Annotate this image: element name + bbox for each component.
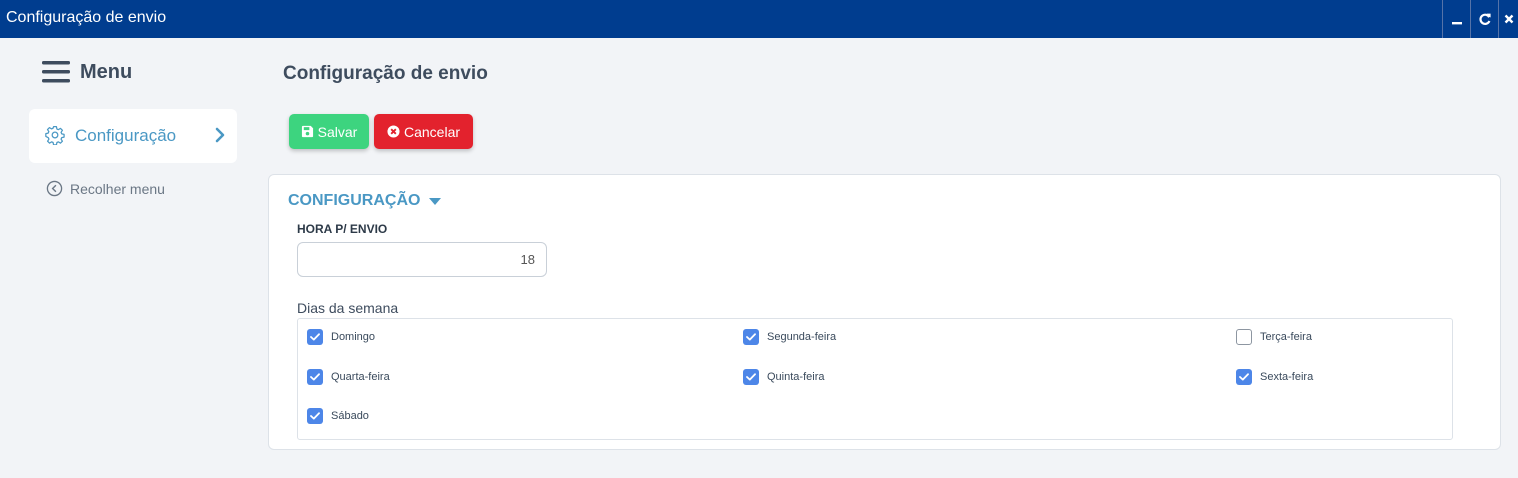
cancel-label: Cancelar [403, 123, 461, 140]
floppy-disk-icon [301, 125, 313, 138]
save-label: Salvar [317, 123, 358, 140]
gear-icon [45, 126, 65, 145]
days-label: Dias da semana [297, 300, 399, 316]
day-option-segunda-feira[interactable]: Segunda-feira [743, 329, 836, 345]
day-option-quinta-feira[interactable]: Quinta-feira [743, 369, 824, 385]
close-button[interactable] [1498, 0, 1518, 38]
page-title: Configuração de envio [283, 63, 488, 84]
check-icon [746, 373, 756, 381]
checkbox[interactable] [307, 329, 323, 345]
hour-input[interactable]: 18 [297, 242, 547, 277]
hour-label: HORA P/ ENVIO [297, 222, 388, 236]
day-option-sabado[interactable]: Sábado [307, 408, 369, 424]
hamburger-icon [42, 61, 70, 83]
collapse-menu-label: Recolher menu [70, 180, 165, 197]
menu-label: Menu [80, 60, 133, 83]
title-bar: Configuração de envio [0, 0, 1518, 38]
minimize-icon [1451, 22, 1462, 25]
checkbox[interactable] [1236, 329, 1252, 345]
menu-header[interactable]: Menu [42, 60, 132, 84]
collapse-menu-link[interactable]: Recolher menu [46, 180, 165, 197]
refresh-icon [1478, 13, 1491, 26]
close-icon [1504, 14, 1513, 24]
days-group: Domingo Segunda-feira Terça-feira Quarta… [297, 318, 1453, 440]
checkbox[interactable] [743, 369, 759, 385]
day-option-domingo[interactable]: Domingo [307, 329, 375, 345]
cancel-button[interactable]: Cancelar [374, 114, 473, 149]
refresh-button[interactable] [1470, 0, 1498, 38]
day-option-sexta-feira[interactable]: Sexta-feira [1236, 369, 1313, 385]
circle-chevron-left-icon [46, 180, 63, 197]
window-title: Configuração de envio [6, 9, 167, 26]
section-title: CONFIGURAÇÃO [288, 192, 421, 209]
sidebar-item-label: Configuração [75, 126, 177, 145]
day-option-terca-feira[interactable]: Terça-feira [1236, 329, 1312, 345]
checkbox[interactable] [307, 408, 323, 424]
circle-x-icon [387, 125, 400, 138]
check-icon [746, 333, 756, 341]
configuration-card: CONFIGURAÇÃO HORA P/ ENVIO 18 Dias da se… [268, 174, 1501, 450]
checkbox[interactable] [1236, 369, 1252, 385]
check-icon [310, 412, 320, 420]
day-option-quarta-feira[interactable]: Quarta-feira [307, 369, 390, 385]
check-icon [310, 333, 320, 341]
check-icon [310, 373, 320, 381]
checkbox[interactable] [743, 329, 759, 345]
day-label: Sexta-feira [1260, 371, 1314, 383]
chevron-right-icon [215, 127, 225, 143]
sidebar-item-configuracao[interactable]: Configuração [29, 109, 237, 163]
checkbox[interactable] [307, 369, 323, 385]
day-label: Domingo [331, 331, 376, 343]
save-button[interactable]: Salvar [289, 114, 369, 149]
day-label: Sábado [331, 410, 369, 422]
day-label: Segunda-feira [767, 331, 837, 343]
day-label: Quarta-feira [331, 371, 390, 383]
minimize-button[interactable] [1442, 0, 1470, 38]
day-label: Quinta-feira [767, 371, 825, 383]
check-icon [1239, 373, 1249, 381]
section-header[interactable]: CONFIGURAÇÃO [288, 192, 442, 210]
day-label: Terça-feira [1260, 331, 1312, 343]
caret-down-icon [429, 197, 442, 205]
